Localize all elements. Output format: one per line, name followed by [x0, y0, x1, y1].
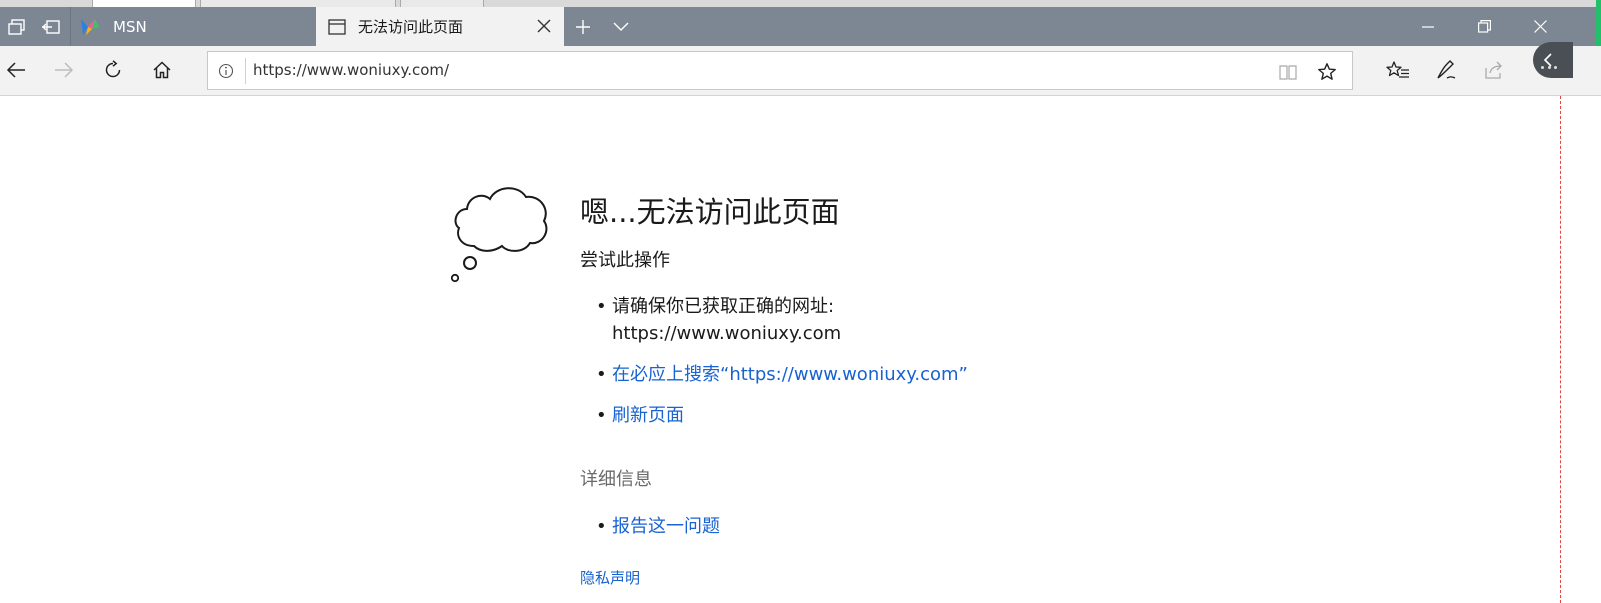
back-icon[interactable] [0, 50, 36, 90]
background-tab-peek [92, 0, 196, 7]
privacy-statement-link[interactable]: 隐私声明 [580, 567, 640, 588]
address-bar[interactable]: https://www.woniuxy.com/ [207, 51, 1353, 90]
report-problem-link[interactable]: 报告这一问题 [612, 516, 720, 537]
refresh-page-link[interactable]: 刷新页面 [612, 405, 684, 426]
tab-msn[interactable]: MSN [70, 7, 316, 46]
thought-cloud-icon [450, 187, 548, 283]
list-item: 在必应上搜索“https://www.woniuxy.com” [596, 361, 968, 388]
window-edge-accent [1596, 0, 1601, 46]
share-icon[interactable] [1474, 50, 1514, 90]
favorites-icon[interactable] [1378, 50, 1418, 90]
list-item: 报告这一问题 [596, 513, 720, 540]
dashed-guide-line [1560, 96, 1561, 603]
check-url-text: 请确保你已获取正确的网址: [612, 296, 835, 317]
tab-label: MSN [113, 17, 147, 36]
msn-icon [79, 17, 101, 37]
forward-icon[interactable] [44, 50, 84, 90]
pen-icon[interactable] [1426, 50, 1466, 90]
page-icon [328, 18, 346, 35]
title-bar: MSN 无法访问此页面 [0, 7, 1601, 46]
minimize-icon[interactable] [1400, 7, 1456, 46]
home-icon[interactable] [142, 50, 182, 90]
star-icon[interactable] [1313, 58, 1341, 86]
side-panel-toggle[interactable] [1533, 42, 1573, 78]
navigation-bar: https://www.woniuxy.com/ [0, 46, 1601, 96]
background-window-strip [0, 0, 1601, 7]
more-icon[interactable] [1541, 66, 1557, 72]
restore-icon[interactable] [1456, 7, 1512, 46]
chevron-left-icon [1543, 53, 1552, 67]
error-page-content: 嗯...无法访问此页面 尝试此操作 请确保你已获取正确的网址: https://… [0, 97, 1560, 603]
page-title: 嗯...无法访问此页面 [580, 195, 840, 229]
background-tab-peek [200, 0, 396, 7]
close-icon[interactable] [534, 16, 554, 36]
tab-error-page[interactable]: 无法访问此页面 [316, 7, 564, 46]
window-close-icon[interactable] [1512, 7, 1568, 46]
details-list: 报告这一问题 [596, 513, 720, 540]
tab-list-icon[interactable] [0, 7, 34, 46]
suggestion-list: 请确保你已获取正确的网址: https://www.woniuxy.com 在必… [596, 293, 968, 443]
tab-label: 无法访问此页面 [358, 18, 464, 36]
details-section-title: 详细信息 [580, 469, 652, 490]
refresh-icon[interactable] [93, 50, 133, 90]
info-icon[interactable] [216, 61, 236, 81]
plus-icon[interactable] [566, 7, 600, 46]
url-text[interactable]: https://www.woniuxy.com/ [253, 61, 449, 79]
list-item: 请确保你已获取正确的网址: https://www.woniuxy.com [596, 293, 968, 347]
try-section-title: 尝试此操作 [580, 250, 670, 271]
list-item: 刷新页面 [596, 402, 968, 429]
reading-view-icon[interactable] [1274, 58, 1302, 86]
chevron-down-icon[interactable] [604, 7, 638, 46]
check-url-value: https://www.woniuxy.com [612, 323, 842, 344]
background-tab-peek [400, 0, 484, 7]
search-bing-link[interactable]: 在必应上搜索“https://www.woniuxy.com” [612, 364, 968, 385]
address-separator [245, 58, 246, 84]
set-aside-icon[interactable] [34, 7, 68, 46]
